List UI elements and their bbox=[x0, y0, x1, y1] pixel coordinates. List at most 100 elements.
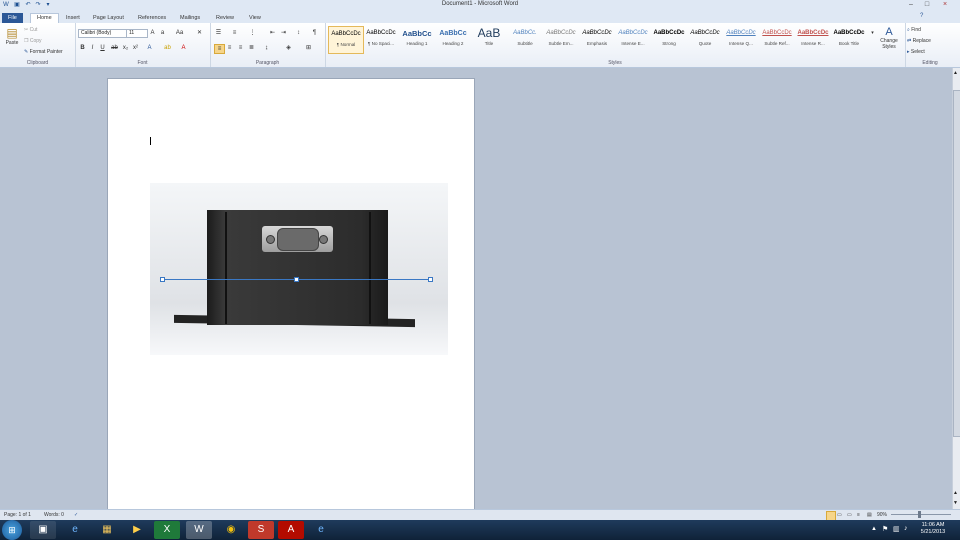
style-intense-quote[interactable]: AaBbCcDc Intense Q... bbox=[724, 26, 758, 52]
strikethrough-icon[interactable]: ab bbox=[110, 44, 119, 52]
screw-right bbox=[319, 235, 328, 244]
web-layout-icon[interactable]: ▭ bbox=[847, 510, 852, 520]
style-emphasis[interactable]: AaBbCcDc Emphasis bbox=[580, 26, 614, 52]
next-page-icon[interactable]: ▼ bbox=[953, 500, 958, 506]
word-count[interactable]: Words: 0 bbox=[44, 510, 64, 520]
tab-mailings[interactable]: Mailings bbox=[174, 13, 206, 23]
change-case-icon[interactable]: Aa bbox=[175, 29, 184, 37]
tab-references[interactable]: References bbox=[132, 13, 172, 23]
style-strong[interactable]: AaBbCcDc Strong bbox=[652, 26, 686, 52]
proofing-icon[interactable]: ✓ bbox=[74, 510, 78, 520]
align-center-icon[interactable]: ≡ bbox=[225, 44, 234, 52]
page-count[interactable]: Page: 1 of 1 bbox=[4, 510, 31, 520]
style-heading-1[interactable]: AaBbCc Heading 1 bbox=[400, 26, 434, 52]
selection-handle[interactable] bbox=[428, 277, 433, 282]
style-book-title[interactable]: AaBbCcDc Book Title bbox=[832, 26, 866, 52]
style-intense-emphasis[interactable]: AaBbCcDc Intense E... bbox=[616, 26, 650, 52]
sort-icon[interactable]: ↕ bbox=[294, 29, 303, 37]
word-taskbar-icon[interactable]: W bbox=[186, 521, 212, 539]
style-heading-2[interactable]: AaBbCc Heading 2 bbox=[436, 26, 470, 52]
tab-home[interactable]: Home bbox=[30, 13, 59, 23]
paste-button[interactable]: ▤ Paste bbox=[4, 26, 20, 52]
align-right-icon[interactable]: ≡ bbox=[236, 44, 245, 52]
full-screen-icon[interactable]: ▭ bbox=[837, 510, 842, 520]
decrease-indent-icon[interactable]: ⇤ bbox=[268, 29, 277, 37]
scrollbar-thumb[interactable] bbox=[953, 90, 960, 437]
solidworks-taskbar-icon[interactable]: S bbox=[248, 521, 274, 539]
style-subtle-reference[interactable]: AaBbCcDc Subtle Ref... bbox=[760, 26, 794, 52]
find-button[interactable]: ⌕ Find bbox=[907, 27, 921, 33]
zoom-slider[interactable] bbox=[891, 514, 951, 515]
bullets-icon[interactable]: ☰ bbox=[214, 29, 223, 37]
excel-taskbar-icon[interactable]: X bbox=[154, 521, 180, 539]
explorer-taskbar-icon[interactable]: ▦ bbox=[94, 521, 120, 539]
style-normal[interactable]: AaBbCcDc ¶ Normal bbox=[328, 26, 364, 54]
action-center-icon[interactable]: ⚑ bbox=[882, 525, 888, 533]
numbering-icon[interactable]: ≡ bbox=[230, 29, 239, 37]
tab-file[interactable]: File bbox=[2, 13, 23, 23]
ie-taskbar-icon[interactable]: e bbox=[62, 521, 88, 539]
change-styles-button[interactable]: A Change Styles bbox=[876, 26, 902, 50]
minimize-button[interactable]: – bbox=[904, 0, 918, 9]
line-spacing-icon[interactable]: ↨ bbox=[262, 44, 271, 52]
copy-button[interactable]: ❐ Copy bbox=[24, 38, 42, 44]
tray-arrow-icon[interactable]: ▲ bbox=[871, 526, 877, 532]
format-painter-button[interactable]: ✎ Format Painter bbox=[24, 49, 63, 55]
replace-button[interactable]: ⇄ Replace bbox=[907, 38, 931, 44]
draft-icon[interactable]: ▤ bbox=[867, 510, 872, 520]
help-icon[interactable]: ? bbox=[920, 13, 923, 19]
cut-button[interactable]: ✂ Cut bbox=[24, 27, 37, 33]
style-intense-reference[interactable]: AaBbCcDc Intense R... bbox=[796, 26, 830, 52]
highlight-icon[interactable]: ab bbox=[163, 44, 172, 52]
underline-icon[interactable]: U bbox=[98, 44, 107, 52]
superscript-icon[interactable]: x² bbox=[131, 44, 140, 52]
align-left-icon[interactable]: ≡ bbox=[214, 44, 225, 54]
tab-review[interactable]: Review bbox=[210, 13, 240, 23]
style-title[interactable]: AaB Title bbox=[472, 26, 506, 52]
ie-taskbar-icon[interactable]: e bbox=[308, 521, 334, 539]
close-button[interactable]: × bbox=[938, 0, 952, 9]
shrink-font-icon[interactable]: a bbox=[158, 29, 167, 37]
select-button[interactable]: ▸ Select bbox=[907, 49, 925, 55]
start-button[interactable]: ⊞ bbox=[2, 520, 22, 540]
clear-format-icon[interactable]: ✕ bbox=[195, 29, 204, 37]
font-size-select[interactable]: 11 bbox=[126, 29, 148, 38]
tab-view[interactable]: View bbox=[243, 13, 267, 23]
volume-icon[interactable]: ♪ bbox=[904, 525, 908, 532]
show-desktop-icon[interactable]: ▣ bbox=[30, 521, 56, 539]
shading-icon[interactable]: ◈ bbox=[284, 44, 293, 52]
media-player-taskbar-icon[interactable]: ▶ bbox=[124, 521, 150, 539]
prev-page-icon[interactable]: ▲ bbox=[953, 490, 958, 496]
italic-icon[interactable]: I bbox=[88, 44, 97, 52]
font-color-icon[interactable]: A bbox=[179, 44, 188, 52]
network-icon[interactable]: ▥ bbox=[893, 525, 900, 533]
style-quote[interactable]: AaBbCcDc Quote bbox=[688, 26, 722, 52]
zoom-slider-thumb[interactable] bbox=[918, 511, 921, 518]
zoom-level[interactable]: 90% bbox=[877, 510, 887, 520]
maximize-button[interactable]: □ bbox=[920, 0, 934, 9]
style-subtitle[interactable]: AaBbCc. Subtitle bbox=[508, 26, 542, 52]
selection-handle[interactable] bbox=[160, 277, 165, 282]
multilevel-list-icon[interactable]: ⋮ bbox=[248, 29, 257, 37]
tab-page-layout[interactable]: Page Layout bbox=[87, 13, 130, 23]
taskbar-clock[interactable]: 11:06 AM 5/21/2013 bbox=[908, 522, 958, 536]
chrome-taskbar-icon[interactable]: ◉ bbox=[218, 521, 244, 539]
acrobat-taskbar-icon[interactable]: A bbox=[278, 521, 304, 539]
justify-icon[interactable]: ≣ bbox=[247, 44, 256, 52]
increase-indent-icon[interactable]: ⇥ bbox=[279, 29, 288, 37]
borders-icon[interactable]: ⊞ bbox=[304, 44, 313, 52]
subscript-icon[interactable]: x₂ bbox=[121, 44, 130, 52]
scroll-up-icon[interactable]: ▲ bbox=[953, 70, 958, 76]
clipboard-group: ▤ Paste ✂ Cut ❐ Copy ✎ Format Painter Cl… bbox=[0, 23, 76, 67]
outline-icon[interactable]: ≡ bbox=[857, 510, 860, 520]
style-subtle-emphasis[interactable]: AaBbCcDc Subtle Em... bbox=[544, 26, 578, 52]
style-sample: AaBbCcDc bbox=[690, 30, 720, 36]
grow-font-icon[interactable]: A bbox=[148, 29, 157, 37]
font-name-select[interactable]: Calibri (Body) bbox=[78, 29, 128, 38]
bold-icon[interactable]: B bbox=[78, 44, 87, 52]
style-no-spacing[interactable]: AaBbCcDc ¶ No Spaci... bbox=[364, 26, 398, 52]
text-effects-icon[interactable]: A bbox=[145, 44, 154, 52]
show-marks-icon[interactable]: ¶ bbox=[310, 29, 319, 37]
tab-insert[interactable]: Insert bbox=[60, 13, 86, 23]
selection-handle[interactable] bbox=[294, 277, 299, 282]
